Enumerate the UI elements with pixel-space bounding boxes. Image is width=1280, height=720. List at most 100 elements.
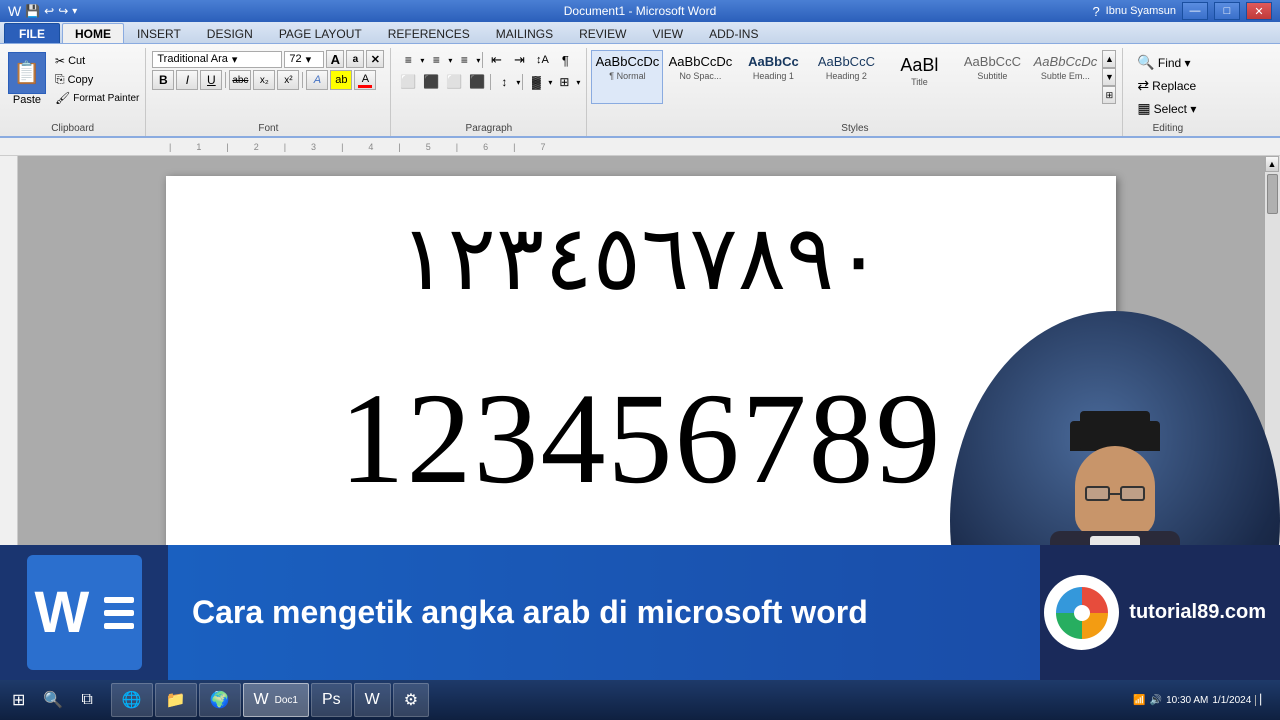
font-grow-button[interactable]: A	[326, 50, 344, 68]
document-title: Document1 - Microsoft Word	[564, 4, 717, 18]
replace-button[interactable]: ⇄ Replace	[1131, 75, 1202, 96]
scroll-up-button[interactable]: ▲	[1265, 156, 1279, 172]
strikethrough-button[interactable]: abc	[229, 70, 251, 90]
banner-text-area: Cara mengetik angka arab di microsoft wo…	[168, 545, 1040, 680]
style-normal[interactable]: AaBbCcDc ¶ Normal	[591, 50, 663, 104]
styles-expand[interactable]: ⊞	[1102, 86, 1116, 104]
minimize-button[interactable]: —	[1182, 2, 1208, 20]
cut-button[interactable]: ✂ Cut	[53, 53, 141, 69]
highlight-color-button[interactable]: ab	[330, 70, 352, 90]
title-undo-icon[interactable]: ↩	[44, 4, 54, 18]
clock: 10:30 AM	[1166, 695, 1208, 706]
ruler-content: | 1 | 2 | 3 | 4 | 5 | 6 | 7	[4, 142, 1276, 152]
increase-indent-button[interactable]: ⇥	[508, 50, 530, 70]
tab-design[interactable]: DESIGN	[194, 23, 266, 43]
network-icon[interactable]: 📶	[1133, 695, 1145, 706]
title-save-icon[interactable]: 💾	[25, 4, 40, 18]
tutorial-logo-circle	[1044, 575, 1119, 650]
paste-button[interactable]: 📋 Paste	[4, 50, 50, 108]
styles-scroll-down[interactable]: ▼	[1102, 68, 1116, 86]
tab-file[interactable]: FILE	[4, 23, 60, 43]
maximize-button[interactable]: □	[1214, 2, 1240, 20]
taskbar-ie[interactable]: 🌐	[111, 683, 153, 717]
help-icon[interactable]: ?	[1092, 4, 1099, 19]
volume-icon[interactable]: 🔊	[1150, 695, 1162, 706]
chevron-down-icon3[interactable]: ▾	[448, 56, 452, 65]
taskbar-app[interactable]: ⚙	[393, 683, 429, 717]
scroll-thumb[interactable]	[1267, 174, 1278, 214]
font-name-dropdown[interactable]: Traditional Ara ▾	[152, 51, 282, 68]
chevron-down-icon4[interactable]: ▾	[476, 56, 480, 65]
style-subtitle[interactable]: AaBbCcC Subtitle	[956, 50, 1028, 104]
ribbon-tabs: FILE HOME INSERT DESIGN PAGE LAYOUT REFE…	[0, 22, 1280, 44]
taskbar-chrome[interactable]: 🌍	[199, 683, 241, 717]
font-shrink-button[interactable]: a	[346, 50, 364, 68]
tutorial-badge: tutorial89.com	[1040, 545, 1280, 680]
font-color-button[interactable]: A	[354, 70, 376, 90]
arabic-numerals[interactable]: ١٢٣٤٥٦٧٨٩٠	[226, 206, 1056, 314]
style-title[interactable]: AaBl Title	[883, 50, 955, 104]
show-hide-button[interactable]: ¶	[554, 50, 576, 70]
ps-icon: Ps	[322, 691, 341, 709]
subscript-button[interactable]: x₂	[253, 70, 275, 90]
chevron-down-icon7[interactable]: ▾	[576, 78, 580, 87]
style-heading1[interactable]: AaBbCc Heading 1	[737, 50, 809, 104]
multilevel-list-button[interactable]: ≡	[453, 50, 475, 70]
chevron-down-icon6[interactable]: ▾	[548, 78, 552, 87]
paste-icon: 📋	[8, 52, 46, 94]
tab-review[interactable]: REVIEW	[566, 23, 639, 43]
tab-references[interactable]: REFERENCES	[375, 23, 483, 43]
align-right-button[interactable]: ⬜	[443, 72, 465, 92]
bold-button[interactable]: B	[152, 70, 174, 90]
title-customize[interactable]: ▾	[72, 6, 77, 17]
line-spacing-button[interactable]: ↕	[493, 72, 515, 92]
chevron-down-icon2[interactable]: ▾	[420, 56, 424, 65]
title-redo-icon[interactable]: ↪	[58, 4, 68, 18]
decrease-indent-button[interactable]: ⇤	[485, 50, 507, 70]
tab-view[interactable]: VIEW	[639, 23, 696, 43]
styles-label: Styles	[587, 123, 1122, 134]
tab-insert[interactable]: INSERT	[124, 23, 194, 43]
styles-scroll-up[interactable]: ▲	[1102, 50, 1116, 68]
tab-add-ins[interactable]: ADD-INS	[696, 23, 771, 43]
taskbar-ps[interactable]: Ps	[311, 683, 352, 717]
numbering-button[interactable]: ≡	[425, 50, 447, 70]
taskbar-w2[interactable]: W	[354, 683, 391, 717]
tab-mailings[interactable]: MAILINGS	[483, 23, 566, 43]
taskbar-word[interactable]: W Doc1	[243, 683, 309, 717]
italic-button[interactable]: I	[176, 70, 198, 90]
scissors-icon: ✂	[55, 54, 65, 68]
close-button[interactable]: ✕	[1246, 2, 1272, 20]
center-button[interactable]: ⬛	[420, 72, 442, 92]
copy-button[interactable]: ⎘ Copy	[53, 71, 141, 88]
style-heading2[interactable]: AaBbCcC Heading 2	[810, 50, 882, 104]
justify-button[interactable]: ⬛	[466, 72, 488, 92]
tab-page-layout[interactable]: PAGE LAYOUT	[266, 23, 375, 43]
clear-formatting-button[interactable]: ✕	[366, 50, 384, 68]
borders-button[interactable]: ⊞	[553, 72, 575, 92]
select-button[interactable]: ▦ Select ▾	[1131, 98, 1202, 119]
superscript-button[interactable]: x²	[277, 70, 299, 90]
bullets-button[interactable]: ≡	[397, 50, 419, 70]
shading-button[interactable]: ▓	[525, 72, 547, 92]
text-effects-button[interactable]: A	[306, 70, 328, 90]
align-left-button[interactable]: ⬜	[397, 72, 419, 92]
font-size-dropdown[interactable]: 72 ▾	[284, 51, 324, 68]
underline-button[interactable]: U	[200, 70, 222, 90]
tab-home[interactable]: HOME	[62, 23, 124, 43]
start-button[interactable]: ⊞	[4, 682, 33, 718]
style-subtle-em[interactable]: AaBbCcDc Subtle Em...	[1029, 50, 1101, 104]
style-no-spacing[interactable]: AaBbCcDc No Spac...	[664, 50, 736, 104]
sort-button[interactable]: ↕A	[531, 50, 553, 70]
taskbar-explorer[interactable]: 📁	[155, 683, 197, 717]
task-view-button[interactable]: ⧉	[73, 682, 100, 718]
format-painter-button[interactable]: 🖌 Format Painter	[53, 90, 141, 106]
show-desktop[interactable]: ▏	[1255, 695, 1268, 706]
word-taskbar-label: Doc1	[275, 695, 298, 706]
tutorial-site-text: tutorial89.com	[1129, 601, 1266, 624]
chevron-down-icon5[interactable]: ▾	[516, 78, 520, 87]
search-taskbar[interactable]: 🔍	[35, 682, 71, 718]
find-button[interactable]: 🔍 Find ▾	[1131, 52, 1202, 73]
latin-numerals[interactable]: 123456789	[226, 374, 1056, 504]
paste-label: Paste	[13, 94, 41, 106]
